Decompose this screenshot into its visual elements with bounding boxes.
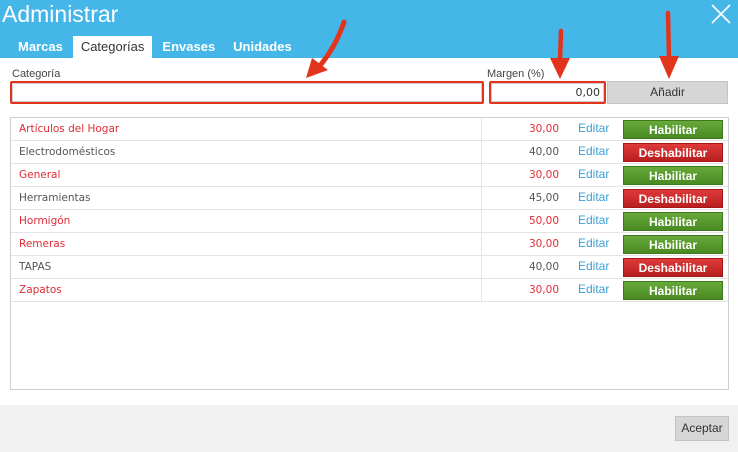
disable-button[interactable]: Deshabilitar [623, 143, 723, 162]
row-name: Electrodomésticos [19, 146, 116, 158]
row-name: Artículos del Hogar [19, 123, 120, 135]
row-margin: 30,00 [528, 238, 559, 250]
tab-bar: Marcas Categorías Envases Unidades [10, 36, 302, 58]
enable-button[interactable]: Habilitar [623, 212, 723, 231]
enable-button[interactable]: Habilitar [623, 166, 723, 185]
edit-link[interactable]: Editar [578, 141, 609, 161]
edit-link[interactable]: Editar [578, 233, 609, 253]
edit-link[interactable]: Editar [578, 256, 609, 276]
add-button[interactable]: Añadir [607, 81, 728, 104]
tab-categorias[interactable]: Categorías [72, 36, 153, 58]
column-divider [481, 210, 482, 232]
column-divider [481, 141, 482, 163]
row-name: General [19, 169, 61, 181]
category-label: Categoría [12, 68, 61, 80]
enable-button[interactable]: Habilitar [623, 235, 723, 254]
edit-link[interactable]: Editar [578, 279, 609, 299]
table-row: Artículos del Hogar 30,00 Editar Habilit… [11, 118, 728, 141]
dialog-header: Administrar Marcas Categorías Envases Un… [0, 0, 738, 58]
dialog-title: Administrar [2, 1, 119, 27]
row-name: Hormigón [19, 215, 71, 227]
category-input[interactable] [12, 83, 482, 102]
table-row: General 30,00 Editar Habilitar [11, 164, 728, 187]
column-divider [481, 118, 482, 140]
tab-unidades[interactable]: Unidades [225, 36, 300, 58]
row-margin: 30,00 [528, 169, 559, 181]
close-icon[interactable] [710, 3, 732, 25]
dialog-footer [0, 405, 738, 452]
edit-link[interactable]: Editar [578, 187, 609, 207]
table-row: TAPAS 40,00 Editar Deshabilitar [11, 256, 728, 279]
table-row: Remeras 30,00 Editar Habilitar [11, 233, 728, 256]
column-divider [481, 164, 482, 186]
disable-button[interactable]: Deshabilitar [623, 189, 723, 208]
row-margin: 30,00 [528, 123, 559, 135]
table-row: Hormigón 50,00 Editar Habilitar [11, 210, 728, 233]
margin-label: Margen (%) [487, 68, 545, 80]
column-divider [481, 233, 482, 255]
row-margin: 50,00 [528, 215, 559, 227]
disable-button[interactable]: Deshabilitar [623, 258, 723, 277]
row-name: Herramientas [19, 192, 91, 204]
table-row: Electrodomésticos 40,00 Editar Deshabili… [11, 141, 728, 164]
row-margin: 45,00 [528, 192, 559, 204]
row-name: Zapatos [19, 284, 62, 296]
table-row: Herramientas 45,00 Editar Deshabilitar [11, 187, 728, 210]
margin-input[interactable]: 0,00 [491, 83, 604, 102]
tab-marcas[interactable]: Marcas [10, 36, 71, 58]
row-margin: 30,00 [528, 284, 559, 296]
row-name: TAPAS [19, 261, 52, 273]
column-divider [481, 279, 482, 301]
edit-link[interactable]: Editar [578, 118, 609, 138]
column-divider [481, 187, 482, 209]
enable-button[interactable]: Habilitar [623, 120, 723, 139]
table-row: Zapatos 30,00 Editar Habilitar [11, 279, 728, 302]
row-name: Remeras [19, 238, 66, 250]
edit-link[interactable]: Editar [578, 210, 609, 230]
category-table: Artículos del Hogar 30,00 Editar Habilit… [10, 117, 729, 390]
enable-button[interactable]: Habilitar [623, 281, 723, 300]
row-margin: 40,00 [528, 261, 559, 273]
edit-link[interactable]: Editar [578, 164, 609, 184]
row-margin: 40,00 [528, 146, 559, 158]
column-divider [481, 256, 482, 278]
tab-envases[interactable]: Envases [154, 36, 223, 58]
accept-button[interactable]: Aceptar [675, 416, 729, 441]
